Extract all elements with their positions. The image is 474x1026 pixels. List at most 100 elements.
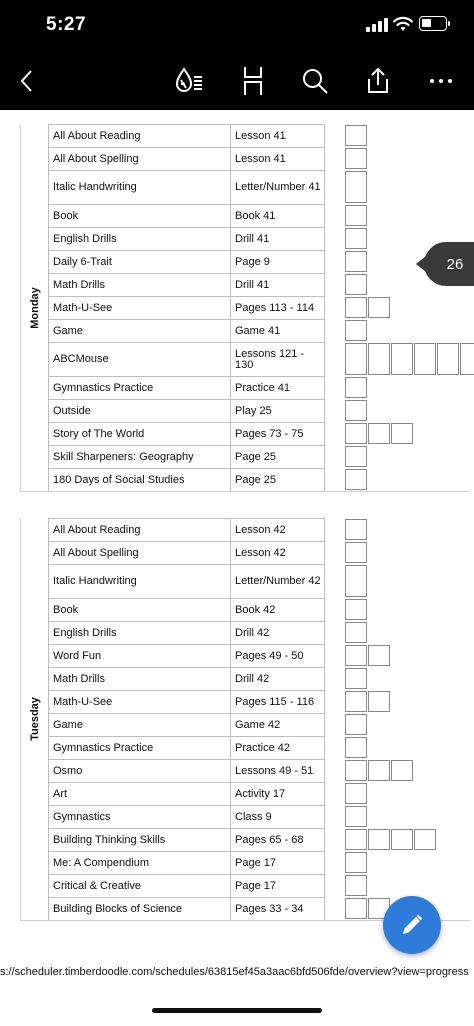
day-label: Monday — [21, 124, 48, 491]
lesson-cell: Pages 49 - 50 — [230, 644, 325, 667]
table-row: Art Activity 17 — [48, 782, 375, 805]
table-row: Game Game 41 — [48, 319, 375, 342]
completion-checkbox[interactable] — [345, 274, 367, 295]
completion-checkbox[interactable] — [345, 228, 367, 249]
search-button[interactable] — [298, 64, 332, 98]
completion-checkbox[interactable] — [345, 829, 367, 850]
lesson-cell: Book 41 — [230, 204, 325, 227]
completion-checkbox[interactable] — [391, 760, 413, 781]
lesson-cell: Book 42 — [230, 598, 325, 621]
completion-checkbox[interactable] — [345, 783, 367, 804]
completion-checkbox[interactable] — [368, 297, 390, 318]
table-row: Critical & Creative Page 17 — [48, 874, 375, 897]
completion-checkbox[interactable] — [345, 668, 367, 689]
completion-checkbox[interactable] — [345, 125, 367, 146]
completion-checkbox[interactable] — [345, 343, 367, 375]
subject-cell: All About Reading — [48, 518, 230, 541]
table-row: Math-U-See Pages 113 - 114 — [48, 296, 398, 319]
completion-checkbox[interactable] — [345, 565, 367, 597]
completion-checkbox[interactable] — [345, 898, 367, 919]
table-row: English Drills Drill 41 — [48, 227, 375, 250]
completion-checkbox[interactable] — [345, 400, 367, 421]
completion-checkbox[interactable] — [368, 691, 390, 712]
subject-cell: Art — [48, 782, 230, 805]
crop-button[interactable] — [236, 64, 270, 98]
completion-checkbox[interactable] — [345, 320, 367, 341]
completion-checkbox[interactable] — [345, 423, 367, 444]
lesson-cell: Page 17 — [230, 851, 325, 874]
completion-checkbox[interactable] — [345, 446, 367, 467]
subject-cell: Math Drills — [48, 667, 230, 690]
back-button[interactable] — [10, 64, 44, 98]
reader-mode-button[interactable] — [172, 64, 206, 98]
completion-checkbox[interactable] — [345, 599, 367, 620]
more-button[interactable] — [424, 64, 458, 98]
subject-cell: Book — [48, 598, 230, 621]
subject-cell: Gymnastics Practice — [48, 736, 230, 759]
lesson-cell: Letter/Number 42 — [230, 564, 325, 598]
table-row: English Drills Drill 42 — [48, 621, 375, 644]
completion-checkbox[interactable] — [460, 343, 474, 375]
completion-checkbox[interactable] — [345, 737, 367, 758]
lesson-cell: Pages 65 - 68 — [230, 828, 325, 851]
lesson-cell: Pages 115 - 116 — [230, 690, 325, 713]
document-page[interactable]: All About Reading Lesson 41 All About Spel… — [0, 110, 474, 955]
completion-checkbox[interactable] — [345, 519, 367, 540]
share-button[interactable] — [361, 64, 395, 98]
table-row: Word Fun Pages 49 - 50 — [48, 644, 398, 667]
subject-cell: Osmo — [48, 759, 230, 782]
completion-checkbox[interactable] — [368, 760, 390, 781]
subject-cell: Story of The World — [48, 422, 230, 445]
completion-checkbox[interactable] — [345, 645, 367, 666]
completion-checkbox[interactable] — [345, 542, 367, 563]
wifi-icon — [393, 16, 413, 31]
lesson-cell: Game 41 — [230, 319, 325, 342]
completion-checkbox[interactable] — [368, 829, 390, 850]
completion-checkbox[interactable] — [345, 171, 367, 203]
completion-checkbox[interactable] — [437, 343, 459, 375]
table-row: 180 Days of Social Studies Page 25 — [48, 468, 375, 491]
subject-cell: All About Spelling — [48, 147, 230, 170]
table-row: All About Reading Lesson 41 — [48, 124, 375, 147]
subject-cell: All About Reading — [48, 124, 230, 147]
completion-checkbox[interactable] — [345, 852, 367, 873]
subject-cell: 180 Days of Social Studies — [48, 468, 230, 491]
completion-checkbox[interactable] — [345, 297, 367, 318]
completion-checkbox[interactable] — [368, 645, 390, 666]
completion-checkbox[interactable] — [345, 714, 367, 735]
home-indicator[interactable] — [152, 1008, 322, 1013]
share-icon — [368, 67, 388, 93]
completion-checkbox[interactable] — [345, 148, 367, 169]
completion-checkbox[interactable] — [391, 343, 413, 375]
lesson-cell: Drill 41 — [230, 273, 325, 296]
subject-cell: Math Drills — [48, 273, 230, 296]
lesson-cell: Lesson 41 — [230, 147, 325, 170]
completion-checkbox[interactable] — [368, 343, 390, 375]
lesson-cell: Lesson 42 — [230, 541, 325, 564]
completion-checkbox[interactable] — [345, 806, 367, 827]
table-row: All About Reading Lesson 42 — [48, 518, 375, 541]
completion-checkbox[interactable] — [368, 423, 390, 444]
completion-checkbox[interactable] — [345, 760, 367, 781]
completion-checkbox[interactable] — [414, 829, 436, 850]
completion-checkbox[interactable] — [414, 343, 436, 375]
search-icon — [303, 69, 328, 94]
lesson-cell: Game 42 — [230, 713, 325, 736]
completion-checkbox[interactable] — [391, 423, 413, 444]
day-label: Tuesday — [21, 518, 48, 920]
completion-checkbox[interactable] — [345, 691, 367, 712]
completion-checkbox[interactable] — [345, 205, 367, 226]
completion-checkbox[interactable] — [345, 469, 367, 490]
table-row: Skill Sharpeners: Geography Page 25 — [48, 445, 375, 468]
day-section-tuesday: All About Reading Lesson 42 All About Spel… — [20, 518, 470, 921]
completion-checkbox[interactable] — [345, 377, 367, 398]
table-row: Outside Play 25 — [48, 399, 375, 422]
table-row: Game Game 42 — [48, 713, 375, 736]
completion-checkbox[interactable] — [391, 829, 413, 850]
edit-markup-button[interactable] — [383, 896, 441, 954]
day-label-text: Tuesday — [28, 697, 41, 741]
completion-checkbox[interactable] — [345, 251, 367, 272]
completion-checkbox[interactable] — [345, 875, 367, 896]
completion-checkbox[interactable] — [345, 622, 367, 643]
table-row: Story of The World Pages 73 - 75 — [48, 422, 421, 445]
